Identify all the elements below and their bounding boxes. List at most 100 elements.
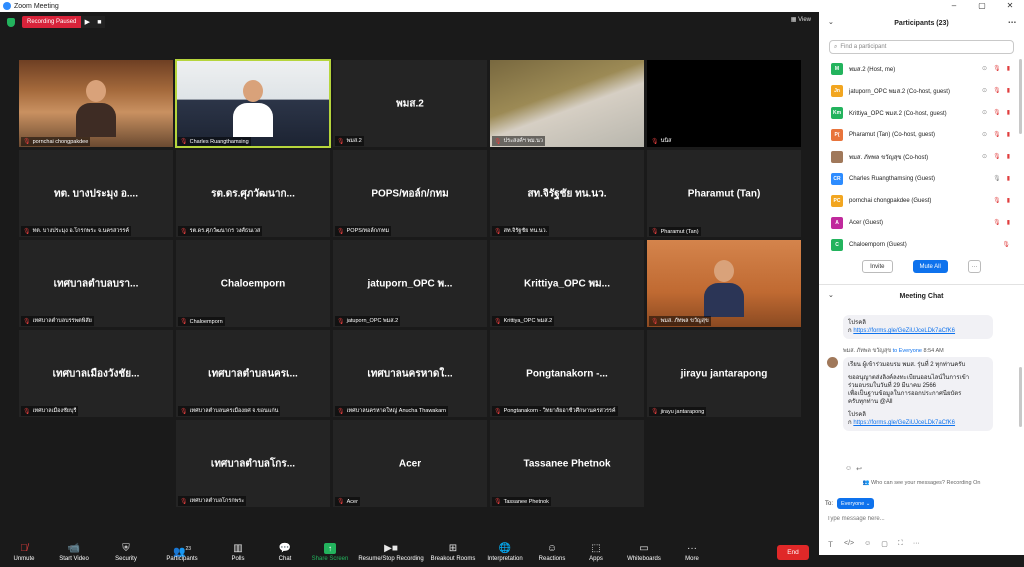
resume-recording-icon[interactable]: ▶ bbox=[81, 16, 94, 28]
video-tile[interactable]: เทศบาลตำบลนครเ... 🎙 เทศบาลตำบลนครเมืองยศ จ… bbox=[176, 330, 330, 417]
video-tile[interactable]: Pongtanakorn -... 🎙 Pongtanakorn - วิทยาลั… bbox=[490, 330, 644, 417]
stop-recording-icon[interactable]: ■ bbox=[93, 16, 106, 28]
maximize-button[interactable]: ▢ bbox=[968, 0, 996, 12]
video-tile[interactable]: Tassanee Phetnok 🎙 Tassanee Phetnok bbox=[490, 420, 644, 507]
mic-muted-icon[interactable]: 🎙 bbox=[1002, 241, 1010, 248]
participants-button[interactable]: 👥23 Participants bbox=[152, 538, 212, 567]
video-tile[interactable]: Acer 🎙 Acer bbox=[333, 420, 487, 507]
video-tile[interactable] bbox=[19, 420, 173, 507]
video-tile[interactable]: 🎙 Charles Ruangthamsing bbox=[175, 59, 331, 148]
video-tile[interactable]: เทศบาลนครหาดใ... 🎙 เทศบาลนครหาดใหญ่ Anucha… bbox=[333, 330, 487, 417]
video-tile[interactable]: สท.จิรัฐชัย ทน.นว. 🎙 สท.จิรัฐชัย ทน.นว. bbox=[490, 150, 644, 237]
tile-display-name: รต.ดร.ศุภวัฒนาก... bbox=[211, 188, 295, 199]
mic-muted-icon[interactable]: 🎙 bbox=[993, 197, 1001, 204]
emoji-react-icon[interactable]: ☺ bbox=[845, 465, 852, 473]
video-tile[interactable]: 🎙 พมส. ภัทพล ขวัญสุข bbox=[647, 240, 801, 327]
participant-search-field[interactable]: ⌕ Find a participant bbox=[829, 40, 1014, 54]
participant-row[interactable]: M พมส.2 (Host, me) ⊙ 🎙 ▮ bbox=[819, 58, 1024, 80]
mic-muted-icon[interactable]: 🎙 bbox=[993, 87, 1001, 94]
security-shield-icon[interactable] bbox=[7, 17, 15, 27]
collapse-chevron-icon[interactable]: ⌄ bbox=[828, 18, 834, 26]
share-screen-button[interactable]: ↑ Share Screen bbox=[306, 538, 354, 567]
whiteboards-button[interactable]: ▭ Whiteboards bbox=[620, 538, 668, 567]
video-tile[interactable]: jatuporn_OPC พ... 🎙 jatuporn_OPC พมส.2 bbox=[333, 240, 487, 327]
video-tile[interactable]: Chaloemporn 🎙 Chaloemporn bbox=[176, 240, 330, 327]
avatar: P( bbox=[831, 129, 843, 141]
chat-link[interactable]: https://forms.gle/GeZiUJceLDk7aCfK6 bbox=[853, 420, 955, 426]
people-icon: 👥 bbox=[862, 480, 870, 486]
participant-row[interactable]: C Chaloemporn (Guest) 🎙 bbox=[819, 234, 1024, 256]
video-tile[interactable]: 🎙 นนิส bbox=[647, 60, 801, 147]
chat-scrollbar[interactable] bbox=[1019, 367, 1022, 427]
start-video-button[interactable]: 📹 Start Video bbox=[48, 538, 100, 567]
participant-row[interactable]: P(Pharamut (Tan) (Co-host, guest) ⊙ 🎙 ▮ bbox=[819, 124, 1024, 146]
video-tile[interactable]: เทศบาลตำบลบรา... 🎙 เทศบาลตำบลบรรพตพิสัย bbox=[19, 240, 173, 327]
participant-row[interactable]: Km Krittiya_OPC พมส.2 (Co-host, guest) ⊙ 🎙 ▮ bbox=[819, 102, 1024, 124]
tile-display-name: เทศบาลตำบลบรา... bbox=[53, 278, 139, 289]
video-tile[interactable]: รต.ดร.ศุภวัฒนาก... 🎙 รต.ดร.ศุภวัฒนากร วงศ์… bbox=[176, 150, 330, 237]
video-tile[interactable]: Pharamut (Tan) 🎙 Pharamut (Tan) bbox=[647, 150, 801, 237]
mute-all-button[interactable]: Mute All bbox=[912, 260, 948, 273]
file-icon[interactable]: ▢ bbox=[881, 540, 888, 550]
code-icon[interactable]: </> bbox=[844, 540, 854, 550]
video-tile[interactable]: POPS/ทอล์ก/กทม 🎙 POPS/ทอล์ก/กทม bbox=[333, 150, 487, 237]
format-icon[interactable]: Ｔ bbox=[827, 540, 834, 550]
tile-participant-name: Pongtanakorn - วิทยาลัยอาชีวศึกษานครสวรร… bbox=[503, 408, 616, 414]
mic-muted-icon[interactable]: 🎙 bbox=[993, 109, 1001, 116]
participant-row[interactable]: พมส. ภัทพล ขวัญสุข (Co-host) ⊙ 🎙 ▮ bbox=[819, 146, 1024, 168]
interpretation-button[interactable]: 🌐 Interpretation bbox=[478, 538, 532, 567]
mic-muted-icon[interactable]: 🎙 bbox=[993, 219, 1001, 226]
reactions-button[interactable]: ☺ Reactions bbox=[532, 538, 572, 567]
zoom-logo-icon bbox=[3, 2, 11, 10]
minimize-button[interactable]: – bbox=[940, 0, 968, 12]
video-tile[interactable]: พมส.2 🎙 พมส.2 bbox=[333, 60, 487, 147]
view-button[interactable]: ▦ View bbox=[791, 16, 811, 23]
more-options-icon[interactable]: ··· bbox=[913, 540, 920, 550]
end-meeting-button[interactable]: End bbox=[777, 545, 809, 560]
polls-button[interactable]: ▥ Polls bbox=[212, 538, 264, 567]
apps-button[interactable]: ⬚ Apps bbox=[572, 538, 620, 567]
screenshot-icon[interactable]: ⛶ bbox=[898, 540, 903, 550]
mic-muted-icon[interactable]: 🎙 bbox=[993, 65, 1001, 72]
participant-scrollbar[interactable] bbox=[1019, 59, 1022, 134]
video-tile[interactable]: jirayu jantarapong 🎙 jirayu jantarapong bbox=[647, 330, 801, 417]
video-tile[interactable]: Krittiya_OPC พม... 🎙 Krittiya_OPC พมส.2 bbox=[490, 240, 644, 327]
participants-more-button[interactable]: ··· bbox=[967, 260, 981, 273]
participant-row[interactable]: CR Charles Ruangthamsing (Guest) 🎙 ▮ bbox=[819, 168, 1024, 190]
video-tile[interactable]: เทศบาลตำบลโกร... 🎙 เทศบาลตำบลโกรกพระ bbox=[176, 420, 330, 507]
chat-button[interactable]: 💬 Chat bbox=[264, 538, 306, 567]
mic-muted-icon: 🎙 bbox=[494, 408, 502, 415]
mic-muted-icon: 🎙 bbox=[337, 318, 345, 325]
chat-message-input[interactable] bbox=[827, 512, 1017, 526]
more-button[interactable]: ··· More bbox=[668, 538, 716, 567]
close-button[interactable]: ✕ bbox=[996, 0, 1024, 12]
participant-row[interactable]: Jn jatuporn_OPC พมส.2 (Co-host, guest) ⊙ 🎙 ▮ bbox=[819, 80, 1024, 102]
participant-name: Chaloemporn (Guest) bbox=[849, 242, 907, 248]
emoji-icon[interactable]: ☺ bbox=[864, 540, 871, 550]
chat-link[interactable]: https://forms.gle/GeZiUJceLDk7aCfK6 bbox=[853, 328, 955, 334]
security-button[interactable]: ⛨ Security bbox=[100, 538, 152, 567]
video-off-icon: ▮ bbox=[1006, 132, 1010, 138]
recording-button[interactable]: ▶■ Resume/Stop Recording bbox=[354, 538, 428, 567]
invite-button[interactable]: Invite bbox=[862, 260, 893, 273]
participant-row[interactable]: A Acer (Guest) 🎙 ▮ bbox=[819, 212, 1024, 234]
video-tile[interactable]: 🎙 ประสงค์ฯ พม.นว bbox=[490, 60, 644, 147]
unmute-button[interactable]: 🎙̸ Unmute bbox=[0, 538, 48, 567]
video-tile[interactable]: เทศบาลเมืองวังชัย... 🎙 เทศบาลเมืองชัยบุรี bbox=[19, 330, 173, 417]
breakout-rooms-button[interactable]: ⊞ Breakout Rooms bbox=[428, 538, 478, 567]
mic-muted-icon[interactable]: 🎙 bbox=[993, 131, 1001, 138]
reply-icon[interactable]: ↩ bbox=[856, 465, 862, 473]
chat-collapse-chevron-icon[interactable]: ⌄ bbox=[828, 291, 834, 299]
video-off-icon: ▮ bbox=[1006, 176, 1010, 182]
video-tile[interactable]: ทต. บางประมุง อ.... 🎙 ทต. บางประมุง อ.โกรก… bbox=[19, 150, 173, 237]
mic-icon[interactable]: 🎙 bbox=[993, 175, 1001, 182]
participant-row[interactable]: PC pornchai chongpakdee (Guest) 🎙 ▮ bbox=[819, 190, 1024, 212]
chat-visibility-notice[interactable]: 👥 Who can see your messages? Recording O… bbox=[819, 480, 1024, 486]
panel-more-icon[interactable]: ⋯ bbox=[1008, 18, 1016, 27]
video-tile[interactable]: 🎙 pornchai chongpakdee bbox=[19, 60, 173, 147]
recipient-select[interactable]: Everyone ⌄ bbox=[837, 498, 875, 509]
tile-name-label: 🎙 เทศบาลตำบลโกรกพระ bbox=[178, 496, 247, 506]
tile-name-label: 🎙 Krittiya_OPC พมส.2 bbox=[492, 316, 555, 326]
chat-messages: โปรคลิ ก https://forms.gle/GeZiUJceLDk7a… bbox=[819, 307, 1024, 482]
mic-muted-icon[interactable]: 🎙 bbox=[993, 153, 1001, 160]
